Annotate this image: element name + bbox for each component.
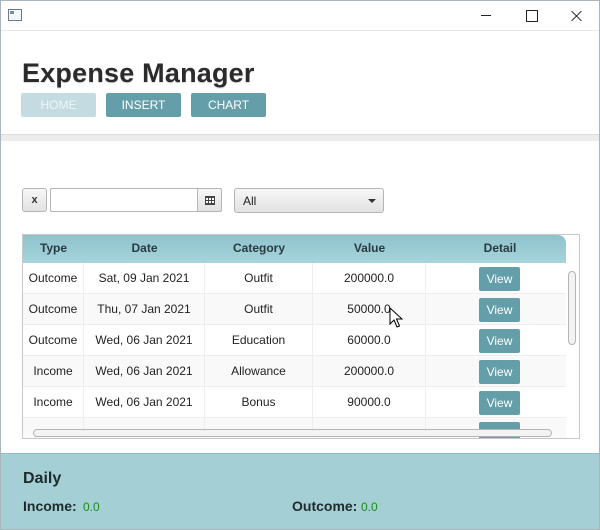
view-button[interactable]: View: [479, 360, 520, 384]
column-header-value[interactable]: Value: [313, 235, 426, 263]
app-header: Expense Manager HOME INSERT CHART: [1, 32, 599, 134]
calendar-icon: [205, 196, 215, 205]
cell-detail: View: [426, 325, 566, 356]
chart-button[interactable]: CHART: [191, 93, 266, 117]
view-button[interactable]: View: [479, 298, 520, 322]
mouse-cursor-icon: [389, 307, 403, 328]
cell-value: 90000.0: [313, 387, 426, 418]
cell-value: 200000.0: [313, 263, 426, 294]
type-filter-select[interactable]: All: [234, 188, 384, 213]
horizontal-scrollbar[interactable]: [33, 429, 552, 437]
cell-value: 50000.0: [313, 294, 426, 325]
cell-value: 200000.0: [313, 356, 426, 387]
table-row[interactable]: Income Wed, 06 Jan 2021 Allowance 200000…: [23, 356, 566, 387]
table-row[interactable]: Outcome Sat, 09 Jan 2021 Outfit 200000.0…: [23, 263, 566, 294]
cell-type: Income: [23, 356, 84, 387]
cell-category: Allowance: [205, 356, 313, 387]
app-window-icon: [8, 9, 22, 21]
income-label: Income:: [23, 498, 77, 514]
cell-category: Bonus: [205, 387, 313, 418]
cell-date: Thu, 07 Jan 2021: [84, 294, 205, 325]
outcome-label: Outcome:: [292, 498, 358, 514]
cell-date: Sat, 09 Jan 2021: [84, 263, 205, 294]
date-field[interactable]: [50, 188, 198, 212]
column-header-date[interactable]: Date: [84, 235, 205, 263]
cell-value: 60000.0: [313, 325, 426, 356]
column-header-type[interactable]: Type: [23, 235, 84, 263]
cell-category: Outfit: [205, 263, 313, 294]
cell-date: Wed, 06 Jan 2021: [84, 325, 205, 356]
summary-title: Daily: [23, 470, 62, 487]
table-row[interactable]: Income Wed, 06 Jan 2021 Bonus 90000.0 Vi…: [23, 387, 566, 418]
cell-date: Wed, 06 Jan 2021: [84, 387, 205, 418]
vertical-scrollbar[interactable]: [568, 271, 576, 345]
cell-category: Education: [205, 325, 313, 356]
type-filter-value: All: [243, 194, 257, 208]
main-content: x All Type Date Category Value Detail Ou…: [1, 141, 599, 453]
page-title: Expense Manager: [22, 58, 255, 88]
view-button[interactable]: View: [479, 391, 520, 415]
cell-type: Outcome: [23, 263, 84, 294]
section-divider: [1, 134, 599, 141]
income-value: 0.0: [83, 500, 100, 514]
cell-category: Outfit: [205, 294, 313, 325]
table-row[interactable]: Outcome Thu, 07 Jan 2021 Outfit 50000.0 …: [23, 294, 566, 325]
view-button[interactable]: View: [479, 267, 520, 291]
maximize-icon[interactable]: [508, 1, 554, 31]
close-icon[interactable]: [553, 1, 599, 31]
title-bar: [1, 1, 599, 31]
app-window: Expense Manager HOME INSERT CHART x All: [0, 0, 600, 530]
cell-detail: View: [426, 387, 566, 418]
cell-date: Wed, 06 Jan 2021: [84, 356, 205, 387]
daily-summary: Daily Income: 0.0 Outcome: 0.0: [1, 453, 599, 529]
column-header-category[interactable]: Category: [205, 235, 313, 263]
cell-type: Income: [23, 387, 84, 418]
minimize-icon[interactable]: [463, 1, 509, 31]
calendar-button[interactable]: [197, 188, 222, 212]
cell-detail: View: [426, 356, 566, 387]
clear-date-button[interactable]: x: [22, 188, 47, 212]
table-header: Type Date Category Value Detail: [23, 235, 566, 263]
cell-type: Outcome: [23, 325, 84, 356]
chevron-down-icon: [368, 199, 376, 203]
cell-detail: View: [426, 294, 566, 325]
view-button[interactable]: View: [479, 329, 520, 353]
transactions-table: Type Date Category Value Detail Outcome …: [22, 234, 580, 439]
cell-type: Outcome: [23, 294, 84, 325]
cell-detail: View: [426, 263, 566, 294]
insert-button[interactable]: INSERT: [106, 93, 181, 117]
home-button[interactable]: HOME: [21, 93, 96, 117]
column-header-detail[interactable]: Detail: [426, 235, 574, 263]
table-row[interactable]: Outcome Wed, 06 Jan 2021 Education 60000…: [23, 325, 566, 356]
outcome-value: 0.0: [361, 500, 378, 514]
